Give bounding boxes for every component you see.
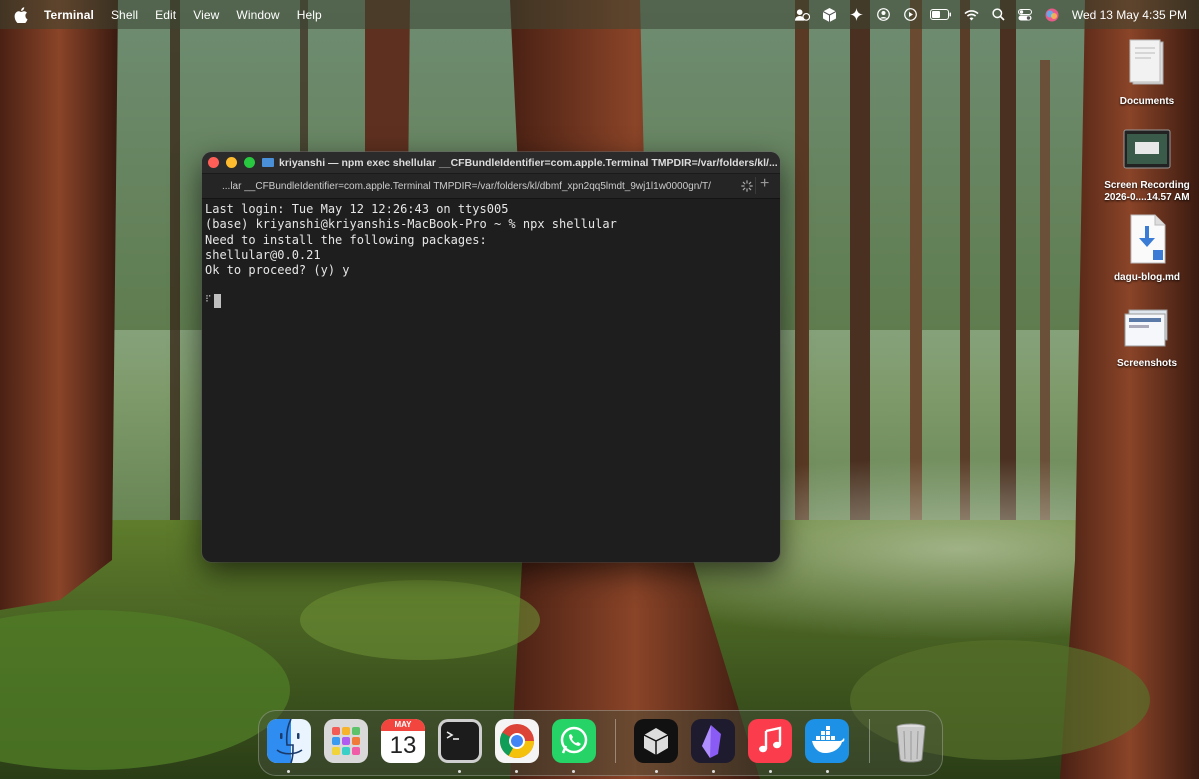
- running-indicator: [515, 770, 518, 773]
- activity-spinner-icon: [741, 180, 753, 192]
- finder-icon: [267, 718, 311, 764]
- dock-cube-app[interactable]: [634, 719, 678, 763]
- menu-view[interactable]: View: [193, 8, 219, 22]
- desktop-icon-screen-recording[interactable]: Screen Recording 2026-0....14.57 AM: [1097, 128, 1197, 204]
- folder-screenshots-icon: [1124, 309, 1168, 347]
- play-circle-icon[interactable]: [903, 7, 918, 22]
- siri-icon[interactable]: [1045, 7, 1060, 22]
- dock-chrome[interactable]: [495, 719, 539, 763]
- markdown-file-icon: [1130, 214, 1166, 264]
- desktop-icon-label: Documents: [1119, 96, 1175, 107]
- dock: MAY 13: [258, 710, 943, 776]
- cursor-line: ⠏: [205, 293, 777, 309]
- cube-icon: [634, 719, 678, 763]
- terminal-tab-bar: ...lar __CFBundleIdentifier=com.apple.Te…: [202, 173, 780, 199]
- calendar-month: MAY: [381, 719, 425, 731]
- running-indicator: [712, 770, 715, 773]
- wifi-icon[interactable]: [964, 7, 979, 22]
- obsidian-icon: [691, 719, 735, 763]
- dock-finder[interactable]: [267, 718, 311, 764]
- desktop-icon-screenshots[interactable]: Screenshots: [1097, 306, 1197, 370]
- new-tab-plus-icon[interactable]: +: [760, 175, 769, 193]
- terminal-line: (base) kriyanshi@kriyanshis-MacBook-Pro …: [205, 217, 617, 232]
- running-indicator: [458, 770, 461, 773]
- dock-obsidian[interactable]: [691, 719, 735, 763]
- terminal-line: shellular@0.0.21: [205, 247, 321, 262]
- spotlight-search-icon[interactable]: [991, 7, 1006, 22]
- terminal-line: Need to install the following packages:: [205, 232, 487, 247]
- dock-whatsapp[interactable]: [552, 719, 596, 763]
- terminal-output[interactable]: Last login: Tue May 12 12:26:43 on ttys0…: [202, 199, 780, 309]
- terminal-window[interactable]: kriyanshi — npm exec shellular __CFBundl…: [202, 152, 780, 562]
- running-indicator: [826, 770, 829, 773]
- desktop-icon-label: Screenshots: [1116, 358, 1178, 369]
- desktop-icon-label: dagu-blog.md: [1113, 272, 1181, 283]
- sparkle-icon[interactable]: [849, 7, 864, 22]
- cube-status-icon[interactable]: [822, 7, 837, 22]
- dock-separator: [869, 719, 870, 763]
- window-title: kriyanshi — npm exec shellular __CFBundl…: [279, 156, 778, 169]
- calendar-day: 13: [389, 732, 417, 759]
- menu-edit[interactable]: Edit: [155, 8, 176, 22]
- launchpad-icon: [324, 719, 368, 763]
- running-indicator: [769, 770, 772, 773]
- tab-separator: [755, 177, 756, 194]
- dock-calendar[interactable]: MAY 13: [381, 719, 425, 763]
- battery-icon[interactable]: [929, 7, 952, 22]
- menu-window[interactable]: Window: [236, 8, 279, 22]
- control-center-icon[interactable]: [1018, 7, 1033, 22]
- dock-music[interactable]: [748, 719, 792, 763]
- apple-menu-icon[interactable]: [14, 6, 28, 23]
- loading-dots-icon: ⠏: [205, 295, 212, 306]
- menu-help[interactable]: Help: [297, 8, 322, 22]
- user-status-icon[interactable]: [794, 7, 810, 22]
- desktop-icon-documents[interactable]: Documents: [1097, 38, 1197, 108]
- folder-icon: [262, 158, 274, 167]
- text-cursor: [213, 294, 221, 309]
- document-stack-icon: [1129, 39, 1164, 85]
- chrome-icon: [495, 719, 539, 763]
- tab-shellular[interactable]: ...lar __CFBundleIdentifier=com.apple.Te…: [222, 181, 742, 192]
- menu-bar: Terminal Shell Edit View Window Help Wed…: [0, 0, 1199, 29]
- running-indicator: [287, 770, 290, 773]
- terminal-line: Last login: Tue May 12 12:26:43 on ttys0…: [205, 202, 509, 216]
- dock-launchpad[interactable]: [324, 719, 368, 763]
- menubar-clock[interactable]: Wed 13 May 4:35 PM: [1072, 8, 1187, 22]
- minimize-window-button[interactable]: [226, 157, 237, 168]
- running-indicator: [655, 770, 658, 773]
- close-window-button[interactable]: [208, 157, 219, 168]
- music-icon: [748, 719, 792, 763]
- trash-icon: [896, 723, 926, 763]
- terminal-icon: [438, 719, 482, 763]
- desktop-icon-dagu-blog[interactable]: dagu-blog.md: [1097, 214, 1197, 284]
- docker-icon: [805, 719, 849, 763]
- running-indicator: [572, 770, 575, 773]
- whatsapp-icon: [552, 719, 596, 763]
- dock-terminal[interactable]: [438, 719, 482, 763]
- menu-shell[interactable]: Shell: [111, 8, 138, 22]
- menu-app-terminal[interactable]: Terminal: [44, 8, 94, 22]
- desktop-icon-label: Screen Recording 2026-0....14.57 AM: [1104, 180, 1190, 203]
- zoom-window-button[interactable]: [244, 157, 255, 168]
- dock-trash[interactable]: [889, 719, 933, 763]
- dock-docker[interactable]: [805, 719, 849, 763]
- video-thumbnail-icon: [1123, 129, 1171, 169]
- account-icon[interactable]: [876, 7, 891, 22]
- terminal-line: Ok to proceed? (y) y: [205, 263, 350, 278]
- dock-separator: [615, 719, 616, 763]
- terminal-titlebar[interactable]: kriyanshi — npm exec shellular __CFBundl…: [202, 152, 780, 173]
